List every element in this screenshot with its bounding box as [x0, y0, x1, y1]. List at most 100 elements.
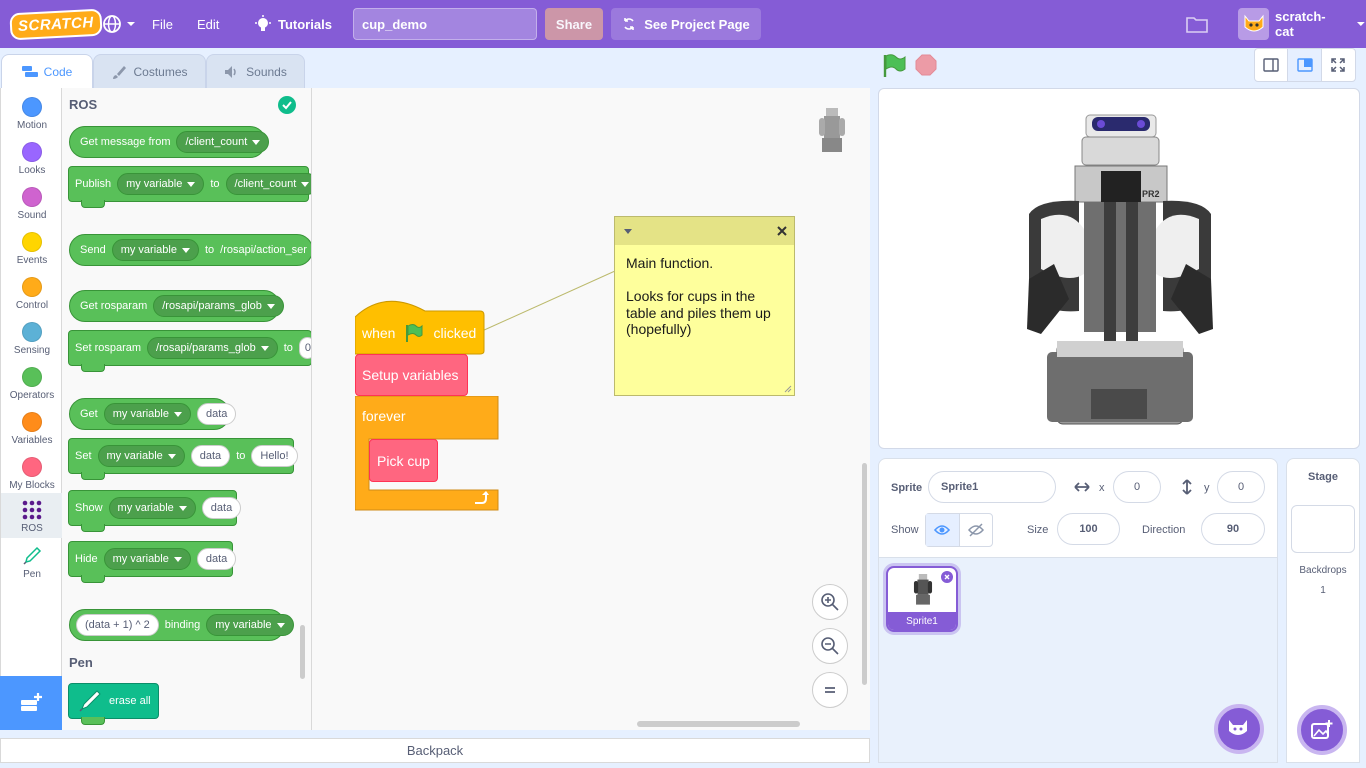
language-menu[interactable]	[102, 0, 136, 48]
y-label: y	[1204, 482, 1210, 494]
variable-dropdown[interactable]: my variable	[103, 548, 191, 570]
account-menu[interactable]: scratch-cat	[1238, 0, 1366, 48]
backpack-bar[interactable]: Backpack	[0, 738, 870, 763]
share-button[interactable]: Share	[545, 8, 603, 40]
workspace-comment[interactable]: Main function. Looks for cups in the tab…	[614, 216, 795, 396]
block-label: Show	[75, 502, 103, 514]
close-icon[interactable]	[776, 225, 788, 237]
sprite-name-input[interactable]: Sprite1	[928, 471, 1056, 503]
block-get[interactable]: Get my variable data	[69, 398, 237, 430]
horizontal-scrollbar[interactable]	[637, 721, 800, 727]
see-project-page-button[interactable]: See Project Page	[611, 8, 761, 40]
category-variables[interactable]: Variables	[1, 406, 63, 451]
show-sprite-button[interactable]	[926, 514, 960, 546]
x-input[interactable]: 0	[1113, 471, 1161, 503]
block-show[interactable]: Show my variable data	[68, 490, 242, 532]
topic-dropdown[interactable]: /client_count	[225, 173, 311, 195]
tutorials-button[interactable]: Tutorials	[254, 0, 332, 48]
field-input[interactable]: data	[196, 403, 237, 425]
tab-code[interactable]: Code	[1, 54, 93, 89]
value-input[interactable]: Hello!	[251, 445, 298, 467]
vertical-scrollbar[interactable]	[862, 463, 867, 685]
x-arrows-icon	[1074, 482, 1090, 492]
category-sound[interactable]: Sound	[1, 181, 63, 226]
category-looks[interactable]: Looks	[1, 136, 63, 181]
variable-dropdown[interactable]: my variable	[108, 497, 196, 519]
block-label: to	[283, 342, 293, 354]
delete-sprite-button[interactable]	[940, 570, 954, 584]
hide-sprite-button[interactable]	[960, 514, 993, 546]
comment-top-bar[interactable]	[615, 217, 794, 245]
param-dropdown[interactable]: /rosapi/params_glob	[153, 295, 284, 317]
block-get-message[interactable]: Get message from /client_count	[69, 126, 270, 158]
events-dot-icon	[22, 232, 42, 252]
file-menu[interactable]: File	[152, 0, 173, 48]
category-sensing[interactable]: Sensing	[1, 316, 63, 361]
scratch-logo[interactable]: SCRATCH	[9, 0, 103, 48]
y-input[interactable]: 0	[1217, 471, 1265, 503]
category-events[interactable]: Events	[1, 226, 63, 271]
pick-cup-block[interactable]: Pick cup	[369, 439, 438, 482]
category-label: Events	[16, 255, 48, 266]
green-flag-icon[interactable]	[881, 53, 907, 79]
field-input[interactable]: data	[190, 445, 231, 467]
resize-handle-icon[interactable]	[784, 385, 792, 393]
block-label: Hide	[75, 553, 98, 565]
comment-text[interactable]: Main function. Looks for cups in the tab…	[615, 245, 794, 348]
category-label: Looks	[18, 165, 46, 176]
stage-target-panel[interactable]: Stage Backdrops 1	[1286, 458, 1360, 763]
category-operators[interactable]: Operators	[1, 361, 63, 406]
block-binding[interactable]: (data + 1) ^ 2 binding my variable	[69, 609, 294, 641]
zoom-out-button[interactable]	[812, 628, 848, 664]
small-stage-button[interactable]	[1255, 49, 1289, 81]
category-ros[interactable]: ROS	[1, 493, 63, 538]
category-my-blocks[interactable]: My Blocks	[1, 451, 63, 496]
block-label: to	[236, 450, 246, 462]
value-input[interactable]: 0	[298, 337, 311, 359]
block-publish[interactable]: Publish my variable to /client_count	[68, 166, 311, 208]
block-hide[interactable]: Hide my variable data	[68, 541, 237, 583]
backdrop-thumbnail[interactable]	[1291, 505, 1355, 553]
field-input[interactable]: data	[201, 497, 242, 519]
expression-input[interactable]: (data + 1) ^ 2	[76, 614, 159, 636]
category-label: My Blocks	[9, 480, 55, 491]
fullscreen-button[interactable]	[1322, 49, 1355, 81]
palette-scrollbar[interactable]	[300, 625, 305, 679]
variable-dropdown[interactable]: my variable	[117, 173, 205, 195]
edit-menu[interactable]: Edit	[197, 0, 219, 48]
block-set-rosparam[interactable]: Set rosparam /rosapi/params_glob to 0	[68, 330, 311, 372]
stage-canvas[interactable]: PR2	[878, 88, 1360, 449]
tab-sounds[interactable]: Sounds	[206, 54, 305, 88]
block-send[interactable]: Send my variable to /rosapi/action_ser	[69, 234, 311, 266]
block-erase-all[interactable]: erase all	[68, 683, 159, 725]
stop-icon[interactable]	[915, 54, 937, 76]
add-extension-button[interactable]	[0, 676, 62, 730]
project-title-input[interactable]: cup_demo	[353, 8, 537, 40]
large-stage-button[interactable]	[1288, 49, 1322, 81]
field-input[interactable]: data	[196, 548, 237, 570]
collapse-triangle-icon[interactable]	[623, 227, 633, 235]
block-get-rosparam[interactable]: Get rosparam /rosapi/params_glob	[69, 290, 284, 322]
tab-code-label: Code	[43, 65, 73, 79]
block-set[interactable]: Set my variable data to Hello!	[68, 438, 298, 480]
size-input[interactable]: 100	[1057, 513, 1120, 545]
category-control[interactable]: Control	[1, 271, 63, 316]
tab-costumes[interactable]: Costumes	[93, 54, 206, 88]
variable-dropdown[interactable]: my variable	[97, 445, 185, 467]
choose-sprite-button[interactable]	[1214, 704, 1264, 754]
param-dropdown[interactable]: /rosapi/params_glob	[147, 337, 278, 359]
topic-dropdown[interactable]: /rosapi/action_ser	[220, 239, 311, 261]
category-pen[interactable]: Pen	[1, 541, 63, 586]
zoom-in-button[interactable]	[812, 584, 848, 620]
variable-dropdown[interactable]: my variable	[103, 403, 191, 425]
choose-backdrop-button[interactable]	[1297, 705, 1347, 755]
variable-dropdown[interactable]: my variable	[206, 614, 294, 636]
my-stuff-button[interactable]	[1186, 0, 1208, 48]
zoom-reset-button[interactable]	[812, 672, 848, 708]
direction-input[interactable]: 90	[1201, 513, 1265, 545]
variable-dropdown[interactable]: my variable	[111, 239, 199, 261]
visibility-toggle	[925, 513, 993, 547]
category-motion[interactable]: Motion	[1, 91, 63, 136]
setup-variables-block[interactable]: Setup variables	[355, 354, 468, 396]
topic-dropdown[interactable]: /client_count	[176, 131, 270, 153]
